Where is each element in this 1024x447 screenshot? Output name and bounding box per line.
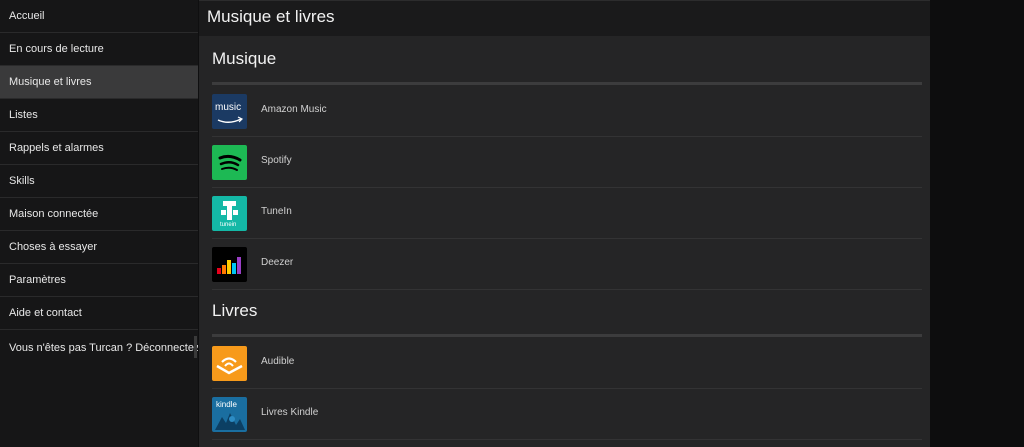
provider-row-audible[interactable]: Audible [212,338,922,389]
content-area: Musique music Amazon Music Spotify tunei… [199,36,930,447]
provider-row-spotify[interactable]: Spotify [212,137,922,188]
sidebar-item-listes[interactable]: Listes [0,99,198,132]
provider-row-tunein[interactable]: tunein TuneIn [212,188,922,239]
provider-row-deezer[interactable]: Deezer [212,239,922,290]
spotify-icon [212,145,247,180]
sidebar-item-deconnexion[interactable]: Vous n'êtes pas Turcan ? Déconnectez- [0,330,198,370]
right-margin [930,0,1024,447]
sidebar-item-maison-connectee[interactable]: Maison connectée [0,198,198,231]
section-title-livres: Livres [212,301,258,320]
main-panel: Musique et livres Musique music Amazon M… [199,0,930,447]
deezer-icon [212,247,247,282]
section-divider [212,82,922,85]
sidebar-item-skills[interactable]: Skills [0,165,198,198]
provider-label: Deezer [261,257,294,268]
page-header: Musique et livres [199,0,930,36]
sidebar-item-choses-a-essayer[interactable]: Choses à essayer [0,231,198,264]
audible-icon [212,346,247,381]
provider-label: Livres Kindle [261,407,319,418]
kindle-icon: kindle [212,397,247,432]
sidebar-item-en-cours-de-lecture[interactable]: En cours de lecture [0,33,198,66]
sidebar-item-accueil[interactable]: Accueil [0,0,198,33]
tunein-icon: tunein [212,196,247,231]
provider-row-kindle[interactable]: kindle Livres Kindle [212,389,922,440]
section-title-musique: Musique [212,49,277,68]
sidebar-item-musique-et-livres[interactable]: Musique et livres [0,66,198,99]
sidebar-item-rappels-et-alarmes[interactable]: Rappels et alarmes [0,132,198,165]
sidebar-scrollbar[interactable] [194,336,197,358]
page-title: Musique et livres [207,7,335,26]
provider-row-amazon-music[interactable]: music Amazon Music [212,86,922,137]
sidebar-item-aide-et-contact[interactable]: Aide et contact [0,297,198,330]
provider-label: TuneIn [261,206,292,217]
section-divider [212,334,922,337]
amazon-music-icon: music [212,94,247,129]
provider-label: Amazon Music [261,104,327,115]
provider-label: Audible [261,356,295,367]
tunein-logo-text: tunein [220,222,237,228]
sidebar-item-parametres[interactable]: Paramètres [0,264,198,297]
sidebar: Accueil En cours de lecture Musique et l… [0,0,198,447]
provider-label: Spotify [261,155,292,166]
